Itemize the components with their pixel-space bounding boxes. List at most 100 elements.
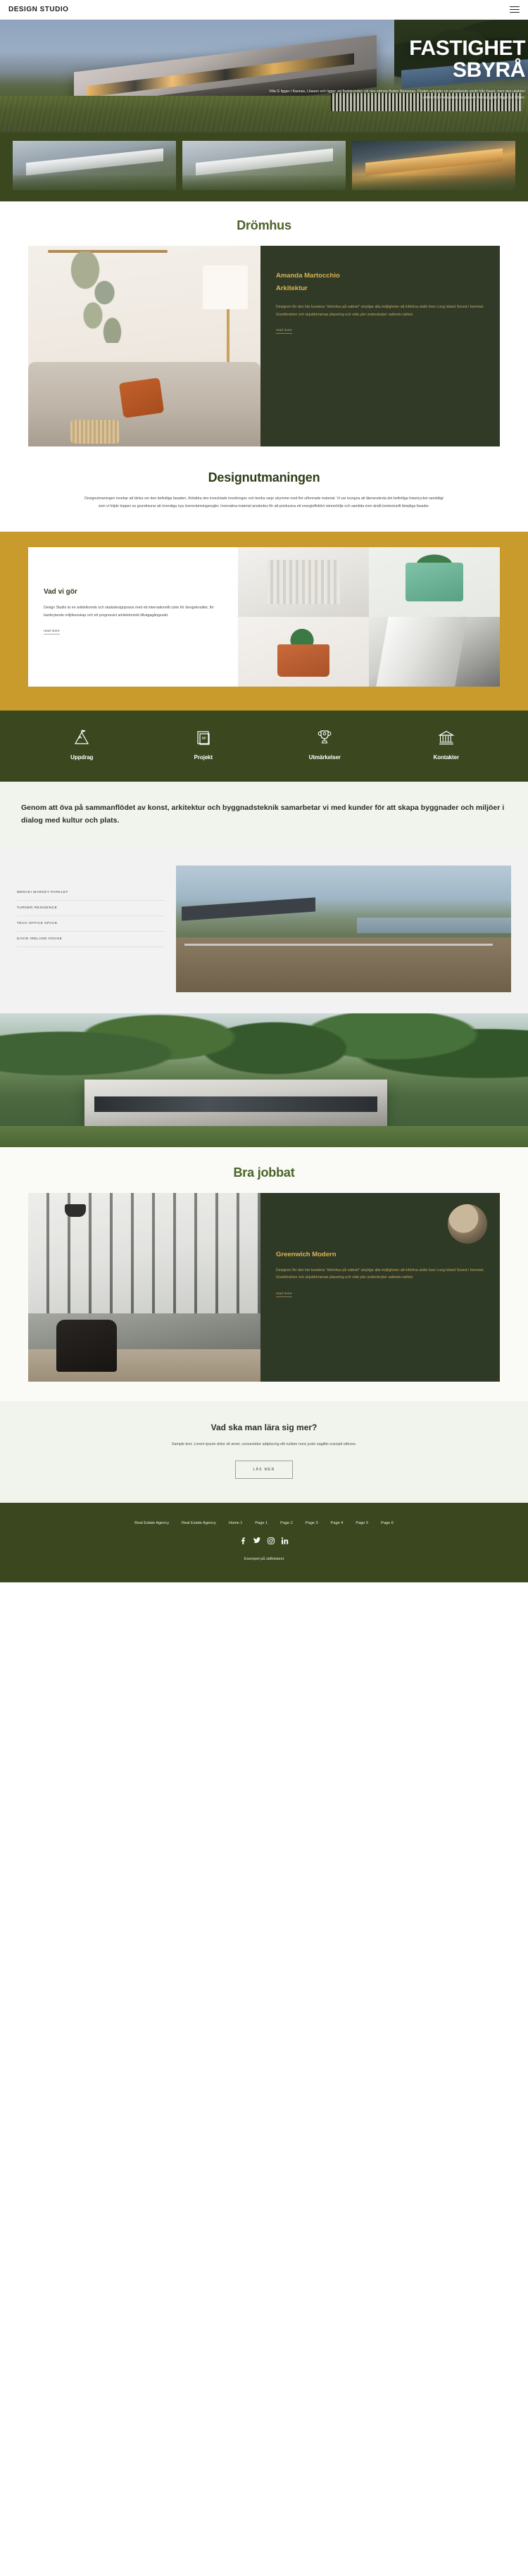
icon-label-kontakter: Kontakter: [433, 754, 460, 761]
hero-title-line-2: SBYRÅ: [452, 58, 525, 82]
footer-link[interactable]: Page 4: [331, 1521, 344, 1525]
good-work-title: Bra jobbat: [233, 1165, 295, 1180]
hero-title: FASTIGHET SBYRÅ: [268, 37, 525, 82]
good-work-read-more-link[interactable]: read more: [276, 1292, 292, 1297]
bank-building-icon: [438, 730, 455, 744]
page-root: DESIGN STUDIO FASTIGHET SBYRÅ Villa G li…: [0, 0, 528, 1583]
instagram-icon[interactable]: [268, 1537, 275, 1544]
dream-card-text: Designen för den här kundens "drömhus på…: [276, 305, 484, 317]
dried-leaves-decor: [62, 251, 139, 343]
hero-copy-block: FASTIGHET SBYRÅ Villa G ligger i Kaunas,…: [268, 37, 528, 102]
burger-bar-1: [510, 6, 520, 8]
icon-cell-projekt[interactable]: M² Projekt: [143, 729, 265, 761]
tile-image-1[interactable]: [238, 546, 369, 617]
what-we-do-title: Vad vi gör: [44, 587, 77, 596]
dream-card-title-line-2: Arkitektur: [276, 285, 308, 293]
dream-house-body: Amanda Martocchio Arkitektur Designen fö…: [0, 246, 528, 446]
avatar: [448, 1203, 487, 1244]
footer-note: Exempel på sidfotstext: [244, 1557, 284, 1562]
dream-card-title-line-1: Amanda Martocchio: [276, 272, 340, 280]
footer-link[interactable]: Real Estate Agency: [182, 1521, 216, 1525]
list-item[interactable]: MERAKI MARKET PARKLET: [17, 885, 165, 901]
icon-cell-utmarkelser[interactable]: Utmärkelser: [264, 729, 386, 761]
icon-row-section: Uppdrag M² Projekt Utmärkelser Kontakter: [0, 710, 528, 782]
icon-cell-uppdrag[interactable]: Uppdrag: [21, 729, 143, 761]
burger-bar-3: [510, 11, 520, 13]
good-work-card-title: Greenwich Modern: [276, 1250, 337, 1258]
footer-link[interactable]: Page 2: [280, 1521, 293, 1525]
design-challenge-title: Designutmaningen: [208, 470, 320, 484]
statement-text: Genom att öva på sammanflödet av konst, …: [21, 803, 505, 825]
design-challenge-section: Designutmaningen Designutmaningen inneba…: [0, 446, 528, 532]
burger-bar-2: [510, 8, 520, 11]
trophy-icon: [318, 730, 332, 744]
list-item[interactable]: TURNER RESIDENCE: [17, 901, 165, 916]
woven-basket: [70, 420, 120, 444]
gallery-band: [0, 132, 528, 201]
linkedin-icon[interactable]: [282, 1537, 289, 1544]
brand-logo[interactable]: DESIGN STUDIO: [8, 6, 68, 13]
gallery-image-1[interactable]: [13, 141, 176, 190]
dream-house-section: Drömhus Amanda Martocchio Arkitektur Des…: [0, 201, 528, 446]
tile-image-3[interactable]: [238, 616, 369, 687]
learn-more-button[interactable]: LÄS MER: [235, 1461, 293, 1480]
footer-link[interactable]: Home 1: [229, 1521, 243, 1525]
learn-more-text: Sample text. Lorem ipsum dolor sit amet,…: [171, 1442, 357, 1446]
icon-label-projekt: Projekt: [194, 754, 213, 761]
dream-house-image: [28, 246, 260, 446]
dream-house-title: Drömhus: [237, 218, 291, 232]
tile-image-4[interactable]: [369, 616, 500, 687]
statement-section: Genom att öva på sammanflödet av konst, …: [0, 781, 528, 847]
dream-read-more-link[interactable]: read more: [276, 328, 292, 334]
dream-house-card: Amanda Martocchio Arkitektur Designen fö…: [260, 246, 500, 446]
good-work-card-text: Designen för den här kundens "drömhus på…: [276, 1268, 484, 1280]
footer-link[interactable]: Page 6: [381, 1521, 394, 1525]
house-roof-shape: [182, 896, 315, 921]
good-work-image: [28, 1192, 260, 1382]
footer-link[interactable]: Page 5: [356, 1521, 368, 1525]
list-item[interactable]: TECH OFFICE SPACE: [17, 916, 165, 932]
design-challenge-text: Designutmaningen innebar att tänka om de…: [84, 496, 444, 508]
gallery-row: [13, 141, 515, 190]
pendant-lamp-shape: [65, 1203, 86, 1217]
orange-pillow: [118, 377, 165, 418]
what-we-do-text-panel: Vad vi gör Design Studio är en arkitekto…: [28, 546, 238, 687]
deck-railing-shape: [184, 943, 493, 946]
hamburger-menu-icon[interactable]: [510, 6, 520, 13]
what-we-do-tiles: [238, 546, 500, 687]
list-item[interactable]: DAVID IRELAND HOUSE: [17, 932, 165, 947]
what-we-do-text: Design Studio är en arkitektonisk och st…: [44, 605, 214, 618]
hero-title-line-1: FASTIGHET: [409, 37, 525, 60]
lawn-foreground: [0, 1125, 528, 1147]
wide-feature-image: [0, 1013, 528, 1147]
footer-link[interactable]: Page 3: [306, 1521, 318, 1525]
documents-m2-icon: M²: [197, 731, 210, 745]
twitter-icon[interactable]: [253, 1537, 261, 1544]
hero-description: Villa G ligger i Kaunas, Litauen och lig…: [268, 89, 525, 101]
icon-label-uppdrag: Uppdrag: [70, 754, 94, 761]
site-header: DESIGN STUDIO: [0, 0, 528, 20]
floor-lamp-shade: [203, 265, 248, 309]
what-we-do-read-more-link[interactable]: read more: [44, 629, 60, 635]
good-work-body: Greenwich Modern Designen för den här ku…: [0, 1192, 528, 1401]
site-footer: Real Estate Agency Real Estate Agency Ho…: [0, 1503, 528, 1583]
project-list-image: [176, 865, 511, 992]
glass-wall-shape: [28, 1192, 260, 1314]
dream-card-title: Amanda Martocchio Arkitektur: [276, 270, 484, 295]
footer-link[interactable]: Page 1: [255, 1521, 268, 1525]
sea-background: [357, 917, 511, 933]
good-work-section: Bra jobbat Greenwich Modern Designen för…: [0, 1146, 528, 1401]
facebook-icon[interactable]: [239, 1537, 247, 1544]
gallery-image-3[interactable]: [352, 141, 515, 190]
good-work-card: Greenwich Modern Designen för den här ku…: [260, 1192, 500, 1382]
svg-text:M²: M²: [202, 737, 206, 741]
what-we-do-grid: Vad vi gör Design Studio är en arkitekto…: [28, 546, 500, 687]
project-list-section: MERAKI MARKET PARKLET TURNER RESIDENCE T…: [0, 846, 528, 1013]
modern-building-shape: [84, 1079, 387, 1127]
icon-cell-kontakter[interactable]: Kontakter: [386, 729, 508, 761]
footer-nav: Real Estate Agency Real Estate Agency Ho…: [0, 1521, 528, 1525]
armchair-shape: [56, 1319, 117, 1372]
gallery-image-2[interactable]: [182, 141, 346, 190]
tile-image-2[interactable]: [369, 546, 500, 617]
footer-link[interactable]: Real Estate Agency: [134, 1521, 169, 1525]
